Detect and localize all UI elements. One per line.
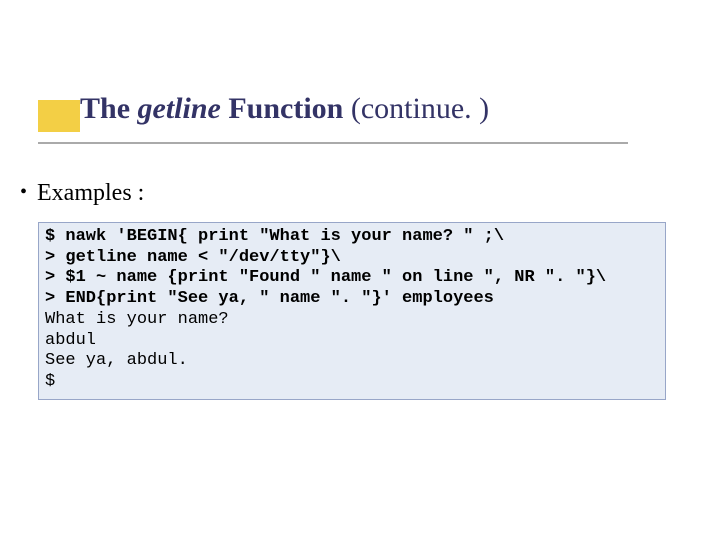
title-text-1: The xyxy=(80,92,138,125)
accent-block xyxy=(38,100,80,132)
code-line-5: What is your name? xyxy=(45,310,229,329)
bullet-text: Examples : xyxy=(37,180,144,206)
code-line-2: > getline name < "/dev/tty"}\ xyxy=(45,248,341,267)
title-underline xyxy=(38,142,628,144)
slide-title: The getline Function (continue. ) xyxy=(80,92,489,126)
title-text-3: Function xyxy=(221,92,351,125)
code-line-4: > END{print "See ya, " name ". "}' emplo… xyxy=(45,289,494,308)
code-block: $ nawk 'BEGIN{ print "What is your name?… xyxy=(38,222,666,400)
title-text-2: getline xyxy=(138,92,221,125)
slide: The getline Function (continue. ) • Exam… xyxy=(0,0,720,540)
bullet-dot-icon: • xyxy=(20,181,27,204)
code-line-8: $ xyxy=(45,372,55,391)
code-line-6: abdul xyxy=(45,331,96,350)
code-line-7: See ya, abdul. xyxy=(45,351,188,370)
title-text-4: (continue. ) xyxy=(351,92,489,125)
bullet-item: • Examples : xyxy=(20,180,144,207)
code-line-3: > $1 ~ name {print "Found " name " on li… xyxy=(45,268,606,287)
code-line-1: $ nawk 'BEGIN{ print "What is your name?… xyxy=(45,227,504,246)
